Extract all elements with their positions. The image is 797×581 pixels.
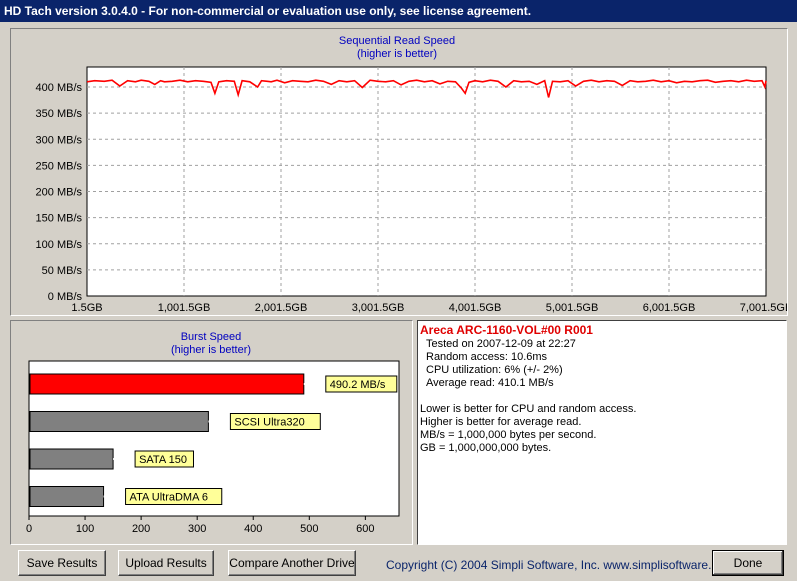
done-button[interactable]: Done — [712, 550, 784, 576]
burst-bar-label: SATA 150 — [139, 454, 187, 466]
seq-y-tick-label: 100 MB/s — [36, 239, 83, 251]
burst-bar-label: 490.2 MB/s — [330, 379, 386, 391]
burst-chart-subtitle: (higher is better) — [171, 344, 251, 356]
seq-x-tick-label: 7,001.5GE — [740, 302, 787, 314]
burst-speed-panel: Burst Speed (higher is better) 0 100 200 30… — [10, 320, 413, 545]
seq-y-tick-label: 150 MB/s — [36, 213, 83, 225]
average-read: Average read: 410.1 MB/s — [426, 377, 554, 389]
save-results-button[interactable]: Save Results — [18, 550, 106, 576]
upload-results-button[interactable]: Upload Results — [118, 550, 214, 576]
random-access: Random access: 10.6ms — [426, 351, 548, 363]
seq-x-tick-label: 1.5GB — [71, 302, 102, 314]
burst-x-tick-label: 300 — [188, 523, 206, 535]
burst-bar — [29, 486, 105, 507]
seq-y-tick-label: 250 MB/s — [36, 160, 83, 172]
sequential-read-panel: Sequential Read Speed (higher is better)… — [10, 28, 788, 316]
burst-x-tick-label: 0 — [26, 523, 32, 535]
seq-x-tick-label: 6,001.5GB — [643, 302, 696, 314]
burst-bar-label: ATA UltraDMA 6 — [130, 492, 208, 504]
seq-y-tick-label: 200 MB/s — [36, 187, 83, 199]
burst-x-tick-label: 500 — [300, 523, 318, 535]
sequential-chart-subtitle: (higher is better) — [357, 48, 437, 60]
drive-name: Areca ARC-1160-VOL#00 R001 — [420, 323, 593, 337]
note-mbs-definition: MB/s = 1,000,000 bytes per second. — [420, 429, 597, 441]
seq-x-tick-label: 3,001.5GB — [352, 302, 405, 314]
window-title: HD Tach version 3.0.4.0 - For non-commer… — [4, 4, 532, 18]
tested-date: Tested on 2007-12-09 at 22:27 — [426, 338, 576, 350]
burst-speed-chart: Burst Speed (higher is better) 0 100 200 30… — [26, 331, 400, 535]
burst-x-tick-label: 400 — [244, 523, 262, 535]
seq-x-tick-label: 5,001.5GB — [546, 302, 599, 314]
seq-x-tick-label: 1,001.5GB — [158, 302, 211, 314]
seq-y-tick-label: 350 MB/s — [36, 108, 83, 120]
sequential-chart-title: Sequential Read Speed — [339, 35, 455, 47]
compare-another-drive-button[interactable]: Compare Another Drive — [228, 550, 356, 576]
burst-chart-title: Burst Speed — [181, 331, 242, 343]
window-title-bar: HD Tach version 3.0.4.0 - For non-commer… — [0, 0, 797, 22]
burst-x-tick-label: 100 — [76, 523, 94, 535]
note-gb-definition: GB = 1,000,000,000 bytes. — [420, 442, 552, 454]
seq-y-tick-label: 300 MB/s — [36, 134, 83, 146]
burst-bar-label: SCSI Ultra320 — [234, 417, 304, 429]
drive-info-panel: Areca ARC-1160-VOL#00 R001 Tested on 200… — [417, 320, 787, 545]
burst-x-tick-label: 200 — [132, 523, 150, 535]
burst-bar — [29, 448, 114, 470]
cpu-utilization: CPU utilization: 6% (+/- 2%) — [426, 364, 563, 376]
note-lower-better: Lower is better for CPU and random acces… — [420, 403, 637, 415]
seq-x-tick-label: 4,001.5GB — [449, 302, 502, 314]
seq-plot-area — [86, 66, 767, 297]
burst-bar — [29, 411, 209, 432]
sequential-read-chart: Sequential Read Speed (higher is better)… — [36, 35, 787, 314]
burst-x-tick-label: 600 — [356, 523, 374, 535]
note-higher-better: Higher is better for average read. — [420, 416, 582, 428]
seq-y-tick-label: 50 MB/s — [42, 265, 83, 277]
seq-y-tick-label: 400 MB/s — [36, 82, 83, 94]
copyright-text: Copyright (C) 2004 Simpli Software, Inc.… — [386, 558, 735, 572]
burst-bar — [29, 373, 305, 395]
seq-x-tick-label: 2,001.5GB — [255, 302, 308, 314]
